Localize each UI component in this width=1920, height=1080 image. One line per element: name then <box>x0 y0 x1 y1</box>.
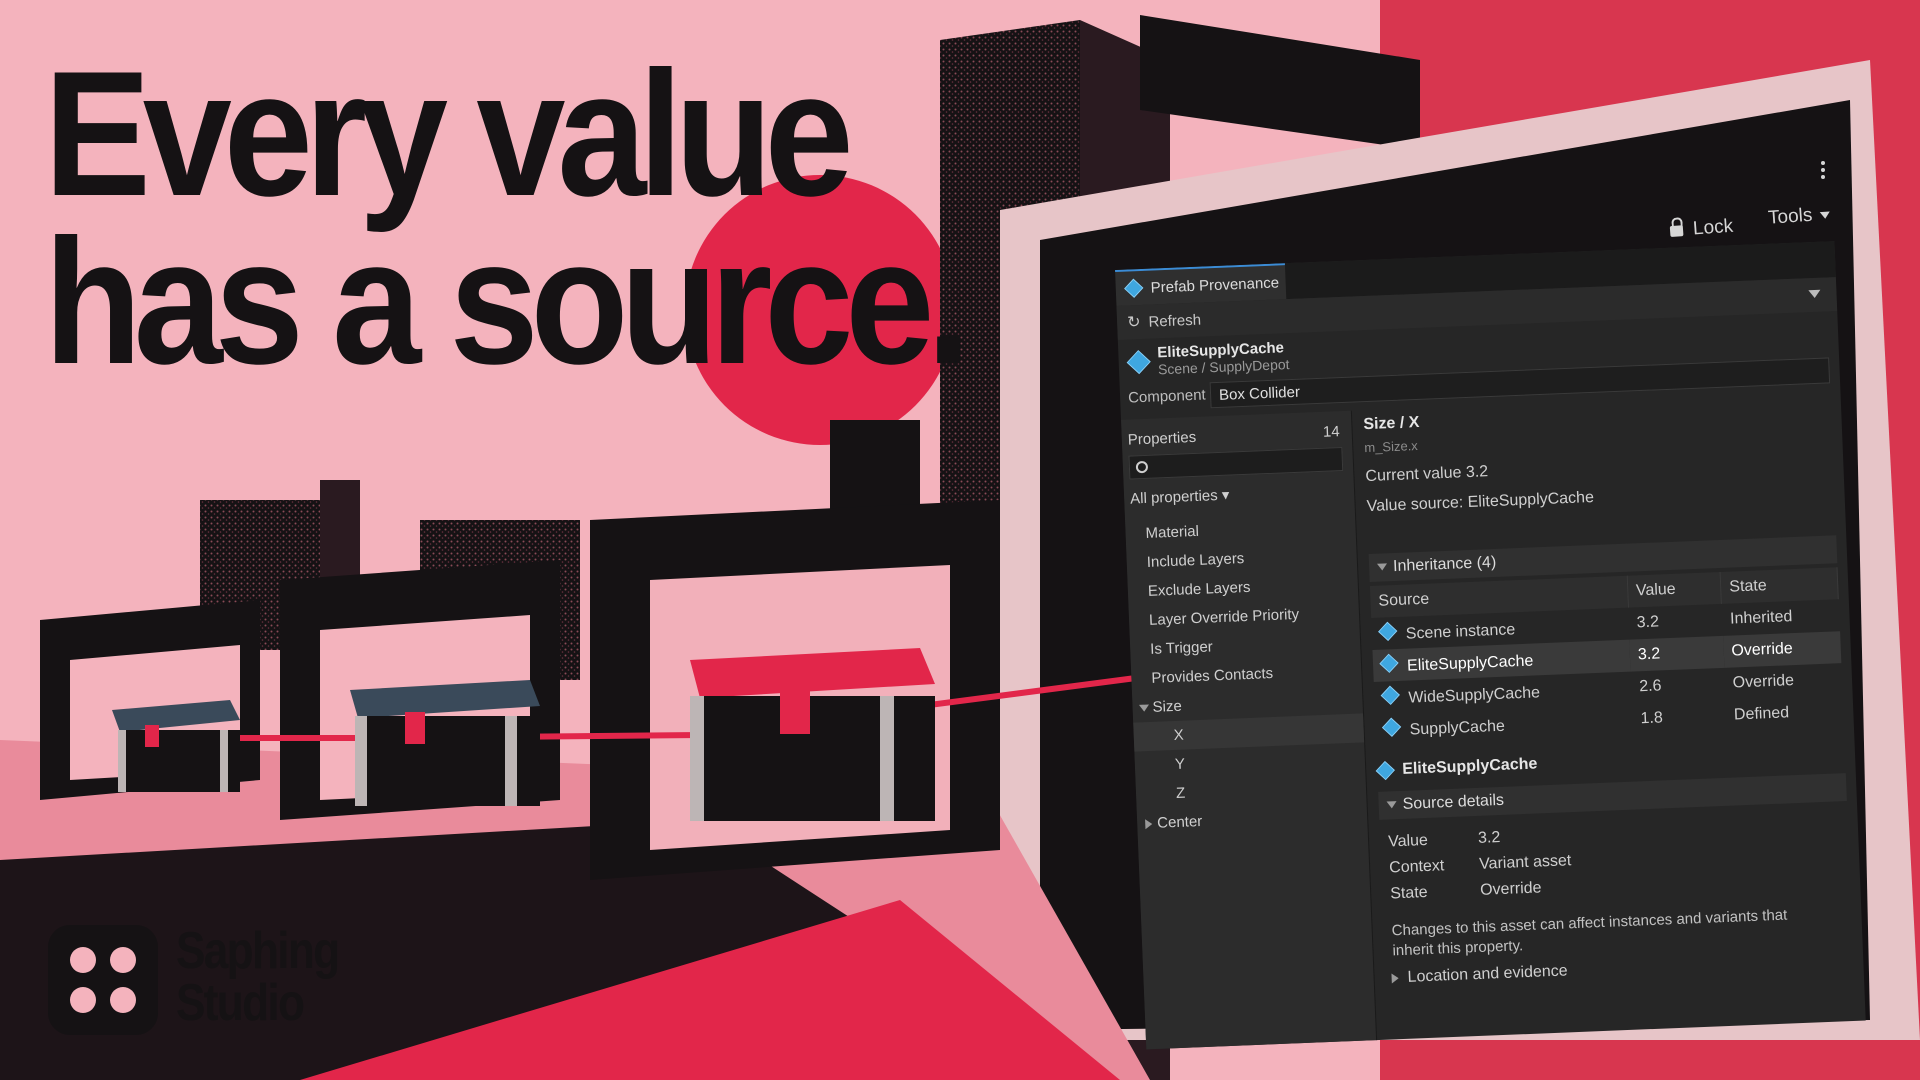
row-value: 1.8 <box>1640 709 1664 728</box>
detail-value: Variant asset <box>1478 852 1572 873</box>
filter-label: All properties <box>1129 487 1219 508</box>
detail-title: Size / X <box>1363 413 1420 434</box>
row-source: SupplyCache <box>1409 717 1506 739</box>
properties-header: Properties <box>1127 428 1197 449</box>
chest-small <box>112 700 240 792</box>
detail-value: 3.2 <box>1477 828 1501 847</box>
row-value: 3.2 <box>1636 613 1660 632</box>
column-header-state[interactable]: State <box>1720 567 1839 604</box>
detail-key: Context <box>1388 857 1445 877</box>
headline-line-1: Every value <box>44 34 854 233</box>
lock-icon <box>1669 224 1684 237</box>
current-value: Current value 3.2 <box>1365 463 1489 486</box>
selected-source: EliteSupplyCache <box>1375 755 1538 781</box>
search-icon <box>1135 460 1149 474</box>
expand-icon <box>1138 704 1150 712</box>
headline: Every value has a source. <box>44 34 971 401</box>
chevron-down-icon <box>1820 210 1831 219</box>
row-value: 2.6 <box>1638 677 1662 696</box>
properties-panel: Properties 14 All properties ▾ Material … <box>1121 410 1378 1050</box>
prefab-icon <box>1124 278 1144 298</box>
row-source: EliteSupplyCache <box>1406 652 1534 675</box>
source-details-header: Source details <box>1402 791 1505 813</box>
property-label: Include Layers <box>1146 550 1245 571</box>
row-source: Scene instance <box>1405 620 1516 643</box>
property-label: Y <box>1174 755 1186 773</box>
tools-menu[interactable]: Tools <box>1767 197 1849 235</box>
location-evidence-foldout[interactable]: Location and evidence <box>1385 962 1568 987</box>
component-label: Component <box>1127 386 1206 407</box>
inheritance-header: Inheritance (4) <box>1392 553 1497 576</box>
source-details-foldout[interactable]: Source details <box>1378 773 1847 820</box>
property-label: Material <box>1145 522 1200 542</box>
expand-icon <box>1145 818 1153 830</box>
property-label: Provides Contacts <box>1151 664 1274 687</box>
refresh-icon: ↻ <box>1126 314 1141 332</box>
property-label: Layer Override Priority <box>1148 605 1300 629</box>
toolbar-dropdown-icon[interactable] <box>1808 289 1821 299</box>
property-label: Exclude Layers <box>1147 578 1251 600</box>
prefab-icon <box>1126 349 1151 374</box>
detail-key: State <box>1389 883 1428 903</box>
row-source: WideSupplyCache <box>1408 683 1541 707</box>
brand-line-1: Saphing <box>176 922 340 980</box>
detail-key: Value <box>1387 831 1429 851</box>
chevron-down-icon: ▾ <box>1221 486 1230 504</box>
lock-label: Lock <box>1692 215 1734 240</box>
row-state: Defined <box>1733 704 1790 724</box>
refresh-label: Refresh <box>1148 311 1202 331</box>
property-label: Z <box>1175 784 1186 802</box>
property-label: Is Trigger <box>1149 638 1214 658</box>
detail-value: Override <box>1479 879 1542 899</box>
selected-source-name: EliteSupplyCache <box>1401 755 1538 778</box>
prefab-icon <box>1375 760 1395 781</box>
prefab-icon <box>1380 685 1400 705</box>
selected-object: EliteSupplyCache Scene / SupplyDepot <box>1126 339 1290 378</box>
prefab-icon <box>1379 653 1399 673</box>
headline-line-2: has a source. <box>44 202 971 401</box>
property-filter-dropdown[interactable]: All properties ▾ <box>1130 486 1230 508</box>
row-state: Override <box>1722 631 1841 668</box>
tab-label: Prefab Provenance <box>1150 273 1280 297</box>
properties-count: 14 <box>1322 423 1341 441</box>
prefab-icon <box>1378 621 1398 641</box>
lock-button[interactable]: Lock <box>1669 209 1759 247</box>
detail-path: m_Size.x <box>1364 437 1419 456</box>
chest-large <box>690 648 935 821</box>
row-state: Override <box>1732 672 1795 692</box>
chevron-down-icon <box>1376 563 1388 571</box>
property-label: Size <box>1152 697 1183 716</box>
logo-icon <box>48 925 158 1035</box>
row-state: Inherited <box>1729 608 1793 628</box>
tools-label: Tools <box>1767 204 1814 229</box>
chest-medium <box>350 680 540 806</box>
property-search-input[interactable] <box>1128 447 1344 480</box>
chevron-down-icon <box>1386 801 1397 809</box>
chevron-right-icon <box>1391 973 1399 984</box>
prefab-icon <box>1381 717 1402 737</box>
source-note: Changes to this asset can affect instanc… <box>1391 906 1788 960</box>
column-header-value[interactable]: Value <box>1626 571 1722 608</box>
property-detail-panel: Size / X m_Size.x Current value 3.2 Valu… <box>1361 391 1856 1049</box>
property-list: Material Include Layers Exclude Layers L… <box>1125 511 1368 839</box>
row-value: 3.2 <box>1629 635 1725 672</box>
prefab-provenance-window: Prefab Provenance ↻ Refresh EliteSupplyC… <box>1115 241 1866 1050</box>
location-label: Location and evidence <box>1407 962 1568 986</box>
more-options-icon[interactable] <box>1818 158 1828 184</box>
refresh-button[interactable]: ↻ Refresh <box>1127 310 1202 333</box>
brand-line-2: Studio <box>176 974 305 1032</box>
inheritance-table: Source Value State Scene instance 3.2 In… <box>1369 567 1844 746</box>
brand-name: Saphing Studio <box>176 922 340 1032</box>
property-label: Center <box>1156 812 1203 832</box>
value-source: Value source: EliteSupplyCache <box>1366 488 1595 516</box>
property-label: X <box>1173 726 1185 745</box>
